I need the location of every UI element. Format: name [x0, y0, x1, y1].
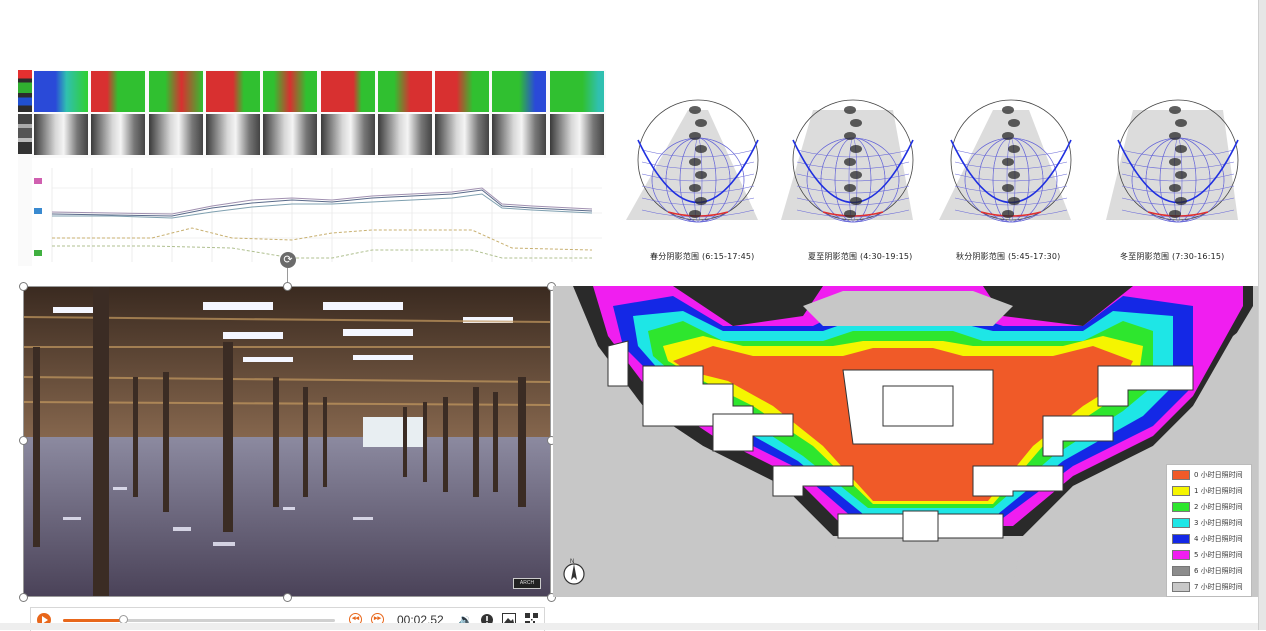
resize-handle-left[interactable] [19, 436, 28, 445]
legend-label: 7 小时日照时间 [1194, 583, 1243, 591]
legend-item: 5 小时日照时间 [1172, 548, 1252, 562]
autumn-equinox-caption: 秋分阴影范围 (5:45-17:30) [956, 252, 1061, 261]
render-thumbnail [320, 114, 375, 155]
false-color-thumbnail [320, 71, 375, 112]
video-watermark: ARCH [513, 578, 541, 589]
false-color-thumbnail [435, 71, 490, 112]
render-thumbnail [435, 114, 490, 155]
legend-label: 4 小时日照时间 [1194, 535, 1243, 543]
render-thumbnail [549, 114, 604, 155]
legend-item: 6 小时日照时间 [1172, 564, 1252, 578]
daylight-analysis-image[interactable] [18, 70, 606, 266]
legend-label: 5 小时日照时间 [1194, 551, 1243, 559]
presentation-slide: 春分阴影范围 (6:15-17:45) 夏至阴影范围 (4:30-19:15) … [0, 0, 1258, 631]
render-thumbnail [377, 114, 432, 155]
resize-handle-top[interactable] [283, 282, 292, 291]
false-color-thumbnail [549, 71, 604, 112]
grayscale-scale [18, 114, 32, 154]
legend-item: 3 小时日照时间 [1172, 516, 1252, 530]
legend-label: 3 小时日照时间 [1194, 519, 1243, 527]
legend-swatch [1172, 566, 1190, 576]
legend-swatch [1172, 534, 1190, 544]
sun-path-diagram [626, 99, 759, 223]
legend-swatch [1172, 486, 1190, 496]
svg-text:N: N [570, 559, 574, 565]
warehouse-render-video[interactable]: ARCH [23, 287, 551, 597]
legend-item: 7 小时日照时间 [1172, 580, 1252, 594]
legend-item: 0 小时日照时间 [1172, 468, 1252, 482]
false-color-scale [18, 70, 32, 112]
window-bottom-edge [0, 623, 1258, 630]
winter-solstice-caption: 冬至阴影范围 (7:30-16:15) [1120, 252, 1225, 261]
false-color-thumbnail [148, 71, 203, 112]
legend-swatch [1172, 550, 1190, 560]
spring-equinox-caption: 春分阴影范围 (6:15-17:45) [650, 252, 755, 261]
north-arrow-icon: N [562, 558, 586, 586]
playback-progress-bar[interactable] [63, 615, 335, 624]
render-thumbnail [492, 114, 547, 155]
resize-handle-bottom-left[interactable] [19, 593, 28, 602]
sun-path-diagram [939, 99, 1072, 223]
progress-fill [63, 619, 123, 622]
sunlight-hours-map[interactable] [553, 286, 1258, 597]
render-thumbnail [148, 114, 203, 155]
resize-handle-bottom[interactable] [283, 593, 292, 602]
legend-swatch [1172, 518, 1190, 528]
render-thumbnail [205, 114, 260, 155]
false-color-thumbnail [263, 71, 318, 112]
false-color-thumbnail [492, 71, 547, 112]
resize-handle-top-left[interactable] [19, 282, 28, 291]
sun-path-diagram [781, 99, 914, 223]
render-thumbnail [91, 114, 146, 155]
false-color-thumbnail [34, 71, 88, 112]
false-color-thumbnail [205, 71, 260, 112]
legend-item: 2 小时日照时间 [1172, 500, 1252, 514]
legend-label: 2 小时日照时间 [1194, 503, 1243, 511]
illuminance-graph [32, 158, 606, 266]
sun-path-diagrams[interactable]: 春分阴影范围 (6:15-17:45) 夏至阴影范围 (4:30-19:15) … [618, 88, 1258, 268]
legend-label: 6 小时日照时间 [1194, 567, 1243, 575]
render-thumbnail [34, 114, 88, 155]
sun-path-diagram [1106, 99, 1239, 223]
legend-item: 4 小时日照时间 [1172, 532, 1252, 546]
render-thumbnail [263, 114, 318, 155]
legend-swatch [1172, 470, 1190, 480]
sunlight-hours-legend: 0 小时日照时间 1 小时日照时间 2 小时日照时间 3 小时日照时间 4 小时… [1166, 464, 1252, 597]
false-color-thumbnail [377, 71, 432, 112]
summer-solstice-caption: 夏至阴影范围 (4:30-19:15) [808, 252, 913, 261]
window-scroll-edge [1258, 0, 1266, 630]
legend-swatch [1172, 582, 1190, 592]
legend-label: 1 小时日照时间 [1194, 487, 1243, 495]
legend-item: 1 小时日照时间 [1172, 484, 1252, 498]
legend-swatch [1172, 502, 1190, 512]
false-color-thumbnail [91, 71, 146, 112]
legend-label: 0 小时日照时间 [1194, 471, 1243, 479]
rotate-icon[interactable]: ⟳ [280, 252, 296, 268]
